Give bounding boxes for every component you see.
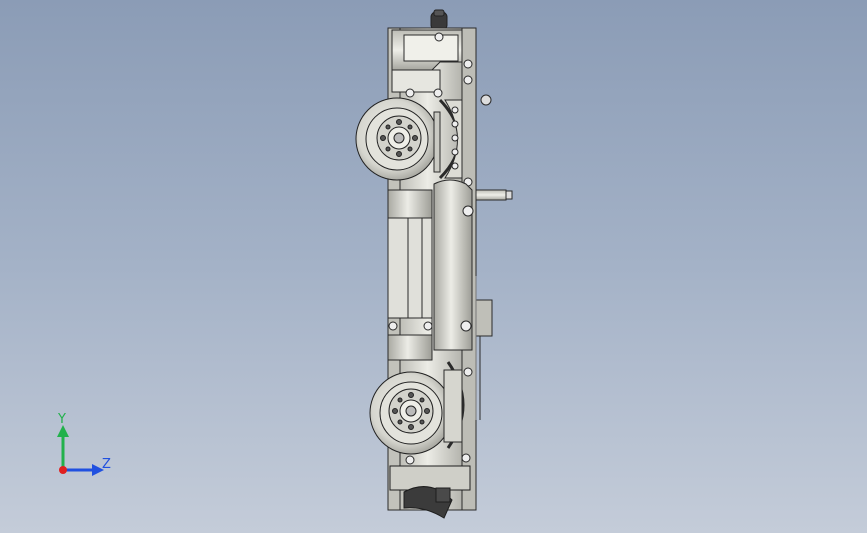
axis-triad: Y Z	[57, 412, 111, 476]
motor-block	[475, 276, 493, 420]
side-shaft	[475, 189, 513, 201]
drive-tube	[433, 179, 474, 351]
x-axis-dot	[59, 466, 67, 474]
y-axis-label: Y	[57, 412, 66, 427]
robot-car-model[interactable]	[0, 0, 867, 533]
top-knob	[430, 9, 448, 31]
rear-wheel	[369, 371, 453, 455]
z-axis-label: Z	[102, 457, 111, 472]
front-wheel	[355, 97, 439, 181]
cad-viewport[interactable]: Y Z	[0, 0, 867, 533]
battery-housing	[387, 189, 433, 361]
